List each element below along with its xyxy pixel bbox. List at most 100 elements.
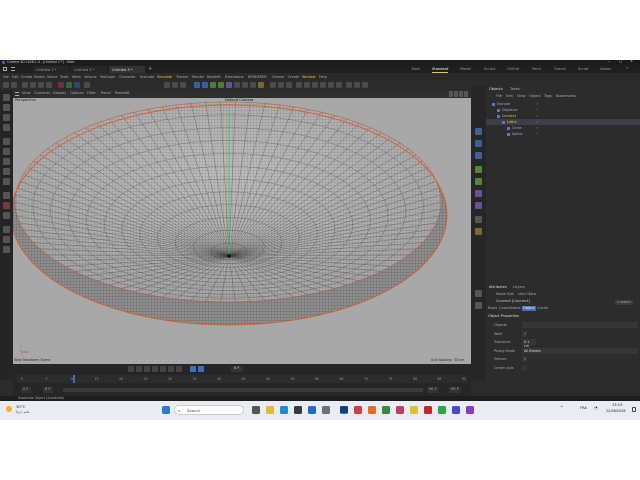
menu-select[interactable]: Select	[47, 75, 57, 79]
go-end-icon[interactable]	[176, 366, 182, 372]
record-icon[interactable]	[190, 366, 196, 372]
preview-start-field[interactable]: 0 F	[43, 387, 53, 393]
file-explorer-icon[interactable]	[266, 406, 274, 414]
snap-icon[interactable]	[270, 82, 276, 88]
rotate-tool-icon[interactable]	[3, 124, 10, 131]
menu-modes[interactable]: Modes	[34, 75, 45, 79]
camera-icon[interactable]	[250, 82, 256, 88]
layout-script[interactable]: Script	[578, 67, 588, 71]
tab-attributes[interactable]: Attributes	[489, 285, 507, 290]
attribute-value[interactable]: ✓	[522, 356, 527, 362]
layout-model[interactable]: Model	[460, 67, 471, 71]
loop-select-icon[interactable]	[3, 148, 10, 155]
objects-menu-tags[interactable]: Tags	[544, 94, 552, 99]
end-frame-field[interactable]: 90 F	[449, 387, 461, 393]
field-icon[interactable]	[234, 82, 240, 88]
tab-untitled-2[interactable]: Untitled 2 *	[71, 66, 107, 73]
settings-icon[interactable]	[322, 406, 330, 414]
z-axis-icon[interactable]	[74, 82, 80, 88]
language-indicator[interactable]: FRA	[580, 406, 587, 411]
subtab-basic[interactable]: Basic	[488, 306, 498, 311]
field-object-icon[interactable]	[475, 202, 482, 209]
menu-edit[interactable]: Edit	[12, 75, 19, 79]
next-frame-icon[interactable]	[160, 366, 166, 372]
attribute-row[interactable]: Phong Mode All Breaks	[486, 347, 640, 355]
material-icon[interactable]	[475, 290, 482, 297]
mail-icon[interactable]	[308, 406, 316, 414]
spline-object-icon[interactable]	[475, 140, 482, 147]
menu-volume[interactable]: Volume	[84, 75, 97, 79]
objects-menu-object[interactable]: Object	[529, 94, 541, 99]
menu-extensions[interactable]: Extensions	[225, 75, 243, 79]
attribute-value[interactable]: 0.1 cm	[522, 339, 536, 348]
attribute-value[interactable]	[522, 322, 638, 328]
play-icon[interactable]	[152, 366, 158, 372]
attribute-row[interactable]: Weld ✓	[486, 330, 640, 338]
menu-help[interactable]: Help	[319, 75, 327, 79]
axis-mode-icon[interactable]	[336, 82, 342, 88]
menu-simulate[interactable]: Simulate	[157, 75, 172, 79]
viewport-menu-options[interactable]: Options	[70, 91, 84, 96]
x-axis-icon[interactable]	[58, 82, 64, 88]
objects-menu-bookmarks[interactable]: Bookmarks	[556, 94, 576, 99]
chrome-icon[interactable]	[410, 406, 418, 414]
menu-tracker[interactable]: Tracker	[176, 75, 188, 79]
render-settings-icon[interactable]	[180, 82, 186, 88]
live-selection-icon[interactable]	[3, 94, 10, 101]
polygons-mode-icon[interactable]	[320, 82, 326, 88]
menu-mograph[interactable]: MoGraph	[100, 75, 115, 79]
app-icon-10[interactable]	[466, 406, 474, 414]
layout-groom[interactable]: Groom	[554, 67, 566, 71]
menu-create[interactable]: Create	[21, 75, 32, 79]
weather-text[interactable]: غائم جزئياً	[16, 410, 29, 414]
polygon-pen-icon[interactable]	[3, 158, 10, 165]
app-icon-9[interactable]	[452, 406, 460, 414]
grid-icon[interactable]	[286, 82, 292, 88]
rotate-icon[interactable]	[46, 82, 52, 88]
enabled-check-icon[interactable]: ✓	[536, 102, 539, 106]
points-mode-icon[interactable]	[304, 82, 310, 88]
tab-takes[interactable]: Takes	[510, 87, 520, 92]
scene-icon[interactable]	[242, 82, 248, 88]
tab-untitled-1[interactable]: Untitled 1 *	[33, 66, 69, 73]
coordinate-system-icon[interactable]	[84, 82, 90, 88]
preview-end-field[interactable]: 90 F	[427, 387, 439, 393]
pdf-icon[interactable]	[424, 406, 432, 414]
workplane-icon[interactable]	[278, 82, 284, 88]
taskbar-search[interactable]: ⌕ Search	[174, 405, 244, 415]
tweak-icon[interactable]	[354, 82, 360, 88]
light-icon[interactable]	[258, 82, 264, 88]
brush-icon[interactable]	[3, 192, 10, 199]
app-icon-2[interactable]	[354, 406, 362, 414]
viewport-menu-cameras[interactable]: Cameras	[34, 91, 50, 96]
generator-object-icon[interactable]	[475, 152, 482, 159]
viewport-menu-display[interactable]: Display	[53, 91, 66, 96]
subtab-cache[interactable]: Cache	[537, 306, 548, 311]
maximize-button[interactable]: □	[619, 60, 622, 64]
layout-more-icon[interactable]: »	[626, 66, 628, 71]
layout-sculpt[interactable]: Sculpt	[484, 67, 495, 71]
undo-icon[interactable]	[3, 82, 9, 88]
preset-dropdown[interactable]: Custom	[615, 300, 633, 305]
menu-mesh[interactable]: Mesh	[72, 75, 81, 79]
enabled-check-icon[interactable]: ✓	[536, 132, 539, 136]
deformer-object-icon[interactable]	[475, 190, 482, 197]
objects-menu-edit[interactable]: Edit	[506, 94, 513, 99]
enabled-check-icon[interactable]: ✓	[536, 126, 539, 130]
layout-tools[interactable]: Tools	[411, 67, 420, 71]
cloner-icon[interactable]	[475, 166, 482, 173]
app-icon-8[interactable]	[438, 406, 446, 414]
enabled-check-icon[interactable]: ✓	[536, 114, 539, 118]
subdivide-icon[interactable]	[210, 82, 216, 88]
enabled-check-icon[interactable]: ✓	[536, 108, 539, 112]
cube-object-icon[interactable]	[475, 128, 482, 135]
cinema4d-taskbar-icon[interactable]	[340, 406, 348, 414]
menu-renderer[interactable]: RENDERER	[248, 75, 267, 79]
attribute-row[interactable]: Tolerance 0.1 cm	[486, 339, 640, 348]
paint-icon[interactable]	[3, 226, 10, 233]
iron-icon[interactable]	[3, 212, 10, 219]
texture-tool-icon[interactable]	[3, 246, 10, 253]
clock-time[interactable]: 13:19	[612, 403, 622, 408]
camera-object-icon[interactable]	[475, 216, 482, 223]
scale-icon[interactable]	[38, 82, 44, 88]
